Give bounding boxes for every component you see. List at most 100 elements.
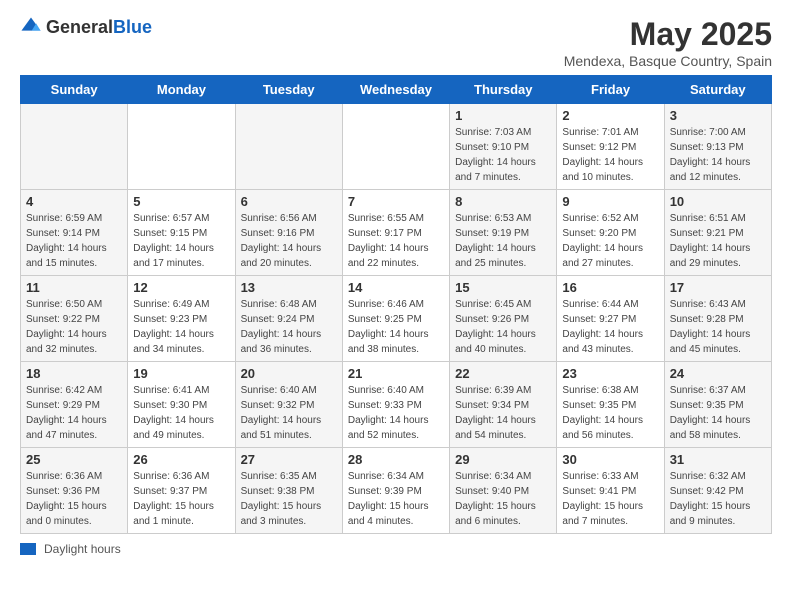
calendar-cell <box>21 104 128 190</box>
calendar-cell <box>235 104 342 190</box>
cell-date: 25 <box>26 452 122 467</box>
cell-info: Sunrise: 6:42 AM Sunset: 9:29 PM Dayligh… <box>26 383 122 443</box>
calendar-cell: 21Sunrise: 6:40 AM Sunset: 9:33 PM Dayli… <box>342 362 449 448</box>
legend-label: Daylight hours <box>44 542 121 556</box>
logo-text-blue: Blue <box>113 17 152 37</box>
main-title: May 2025 <box>564 16 772 53</box>
cell-date: 29 <box>455 452 551 467</box>
cell-date: 11 <box>26 280 122 295</box>
cell-date: 31 <box>670 452 766 467</box>
calendar-cell: 29 Sunrise: 6:34 AM Sunset: 9:40 PM Dayli… <box>450 448 557 534</box>
cell-info: Sunrise: 6:33 AM Sunset: 9:41 PM Dayligh… <box>562 469 658 529</box>
cell-info: Sunrise: 6:52 AM Sunset: 9:20 PM Dayligh… <box>562 211 658 271</box>
calendar-cell <box>128 104 235 190</box>
day-header-wednesday: Wednesday <box>342 76 449 104</box>
header-row: SundayMondayTuesdayWednesdayThursdayFrid… <box>21 76 772 104</box>
calendar-cell: 2 Sunrise: 7:01 AM Sunset: 9:12 PM Daylig… <box>557 104 664 190</box>
calendar-cell: 25 Sunrise: 6:36 AM Sunset: 9:36 PM Dayli… <box>21 448 128 534</box>
calendar-cell: 10 Sunrise: 6:51 AM Sunset: 9:21 PM Dayli… <box>664 190 771 276</box>
calendar-cell: 28 Sunrise: 6:34 AM Sunset: 9:39 PM Dayli… <box>342 448 449 534</box>
cell-info: Sunrise: 6:38 AM Sunset: 9:35 PM Dayligh… <box>562 383 658 443</box>
day-header-monday: Monday <box>128 76 235 104</box>
cell-info: Sunrise: 7:03 AM Sunset: 9:10 PM Dayligh… <box>455 125 551 185</box>
calendar-cell: 18 Sunrise: 6:42 AM Sunset: 9:29 PM Dayli… <box>21 362 128 448</box>
cell-date: 30 <box>562 452 658 467</box>
calendar-cell: 26 Sunrise: 6:36 AM Sunset: 9:37 PM Dayli… <box>128 448 235 534</box>
cell-info: Sunrise: 6:53 AM Sunset: 9:19 PM Dayligh… <box>455 211 551 271</box>
calendar-cell: 7Sunrise: 6:55 AM Sunset: 9:17 PM Daylig… <box>342 190 449 276</box>
cell-info: Sunrise: 6:56 AM Sunset: 9:16 PM Dayligh… <box>241 211 337 271</box>
header: GeneralBlue May 2025 Mendexa, Basque Cou… <box>20 16 772 69</box>
legend-box <box>20 543 36 555</box>
calendar-cell: 6 Sunrise: 6:56 AM Sunset: 9:16 PM Daylig… <box>235 190 342 276</box>
day-header-sunday: Sunday <box>21 76 128 104</box>
cell-date: 13 <box>241 280 337 295</box>
cell-info: Sunrise: 6:44 AM Sunset: 9:27 PM Dayligh… <box>562 297 658 357</box>
calendar-cell: 13 Sunrise: 6:48 AM Sunset: 9:24 PM Dayli… <box>235 276 342 362</box>
cell-date: 12 <box>133 280 229 295</box>
calendar-week-1: 1 Sunrise: 7:03 AM Sunset: 9:10 PM Daylig… <box>21 104 772 190</box>
cell-info: Sunrise: 6:34 AM Sunset: 9:39 PM Dayligh… <box>348 469 444 529</box>
calendar-cell: 5Sunrise: 6:57 AM Sunset: 9:15 PM Daylig… <box>128 190 235 276</box>
cell-date: 14 <box>348 280 444 295</box>
calendar-cell: 31 Sunrise: 6:32 AM Sunset: 9:42 PM Dayli… <box>664 448 771 534</box>
cell-info: Sunrise: 6:36 AM Sunset: 9:36 PM Dayligh… <box>26 469 122 529</box>
cell-info: Sunrise: 6:46 AM Sunset: 9:25 PM Dayligh… <box>348 297 444 357</box>
cell-date: 9 <box>562 194 658 209</box>
calendar-cell: 4 Sunrise: 6:59 AM Sunset: 9:14 PM Daylig… <box>21 190 128 276</box>
calendar-cell: 23 Sunrise: 6:38 AM Sunset: 9:35 PM Dayli… <box>557 362 664 448</box>
cell-info: Sunrise: 6:34 AM Sunset: 9:40 PM Dayligh… <box>455 469 551 529</box>
cell-date: 1 <box>455 108 551 123</box>
cell-info: Sunrise: 6:45 AM Sunset: 9:26 PM Dayligh… <box>455 297 551 357</box>
title-block: May 2025 Mendexa, Basque Country, Spain <box>564 16 772 69</box>
cell-date: 26 <box>133 452 229 467</box>
calendar-cell: 17Sunrise: 6:43 AM Sunset: 9:28 PM Dayli… <box>664 276 771 362</box>
cell-info: Sunrise: 7:01 AM Sunset: 9:12 PM Dayligh… <box>562 125 658 185</box>
calendar-cell: 24Sunrise: 6:37 AM Sunset: 9:35 PM Dayli… <box>664 362 771 448</box>
logo-icon <box>20 16 42 38</box>
cell-date: 7 <box>348 194 444 209</box>
calendar-cell: 8 Sunrise: 6:53 AM Sunset: 9:19 PM Daylig… <box>450 190 557 276</box>
day-header-thursday: Thursday <box>450 76 557 104</box>
cell-date: 23 <box>562 366 658 381</box>
cell-date: 10 <box>670 194 766 209</box>
calendar-cell: 16 Sunrise: 6:44 AM Sunset: 9:27 PM Dayli… <box>557 276 664 362</box>
cell-info: Sunrise: 6:37 AM Sunset: 9:35 PM Dayligh… <box>670 383 766 443</box>
calendar-cell: 15 Sunrise: 6:45 AM Sunset: 9:26 PM Dayli… <box>450 276 557 362</box>
cell-date: 20 <box>241 366 337 381</box>
cell-date: 18 <box>26 366 122 381</box>
calendar-week-3: 11Sunrise: 6:50 AM Sunset: 9:22 PM Dayli… <box>21 276 772 362</box>
calendar-week-5: 25 Sunrise: 6:36 AM Sunset: 9:36 PM Dayli… <box>21 448 772 534</box>
cell-date: 5 <box>133 194 229 209</box>
calendar-cell: 1 Sunrise: 7:03 AM Sunset: 9:10 PM Daylig… <box>450 104 557 190</box>
cell-info: Sunrise: 6:39 AM Sunset: 9:34 PM Dayligh… <box>455 383 551 443</box>
cell-date: 17 <box>670 280 766 295</box>
cell-date: 2 <box>562 108 658 123</box>
cell-date: 4 <box>26 194 122 209</box>
cell-info: Sunrise: 7:00 AM Sunset: 9:13 PM Dayligh… <box>670 125 766 185</box>
calendar-cell: 14 Sunrise: 6:46 AM Sunset: 9:25 PM Dayli… <box>342 276 449 362</box>
calendar-cell: 20Sunrise: 6:40 AM Sunset: 9:32 PM Dayli… <box>235 362 342 448</box>
cell-info: Sunrise: 6:41 AM Sunset: 9:30 PM Dayligh… <box>133 383 229 443</box>
cell-date: 15 <box>455 280 551 295</box>
subtitle: Mendexa, Basque Country, Spain <box>564 53 772 69</box>
cell-info: Sunrise: 6:35 AM Sunset: 9:38 PM Dayligh… <box>241 469 337 529</box>
cell-date: 21 <box>348 366 444 381</box>
cell-info: Sunrise: 6:51 AM Sunset: 9:21 PM Dayligh… <box>670 211 766 271</box>
cell-date: 28 <box>348 452 444 467</box>
calendar-week-4: 18 Sunrise: 6:42 AM Sunset: 9:29 PM Dayli… <box>21 362 772 448</box>
legend: Daylight hours <box>20 542 772 556</box>
cell-date: 8 <box>455 194 551 209</box>
cell-date: 16 <box>562 280 658 295</box>
calendar-cell: 30 Sunrise: 6:33 AM Sunset: 9:41 PM Dayli… <box>557 448 664 534</box>
day-header-saturday: Saturday <box>664 76 771 104</box>
cell-info: Sunrise: 6:59 AM Sunset: 9:14 PM Dayligh… <box>26 211 122 271</box>
calendar-table: SundayMondayTuesdayWednesdayThursdayFrid… <box>20 75 772 534</box>
calendar-cell: 12Sunrise: 6:49 AM Sunset: 9:23 PM Dayli… <box>128 276 235 362</box>
cell-info: Sunrise: 6:36 AM Sunset: 9:37 PM Dayligh… <box>133 469 229 529</box>
day-header-tuesday: Tuesday <box>235 76 342 104</box>
cell-date: 6 <box>241 194 337 209</box>
page: GeneralBlue May 2025 Mendexa, Basque Cou… <box>0 0 792 572</box>
cell-info: Sunrise: 6:32 AM Sunset: 9:42 PM Dayligh… <box>670 469 766 529</box>
cell-info: Sunrise: 6:48 AM Sunset: 9:24 PM Dayligh… <box>241 297 337 357</box>
